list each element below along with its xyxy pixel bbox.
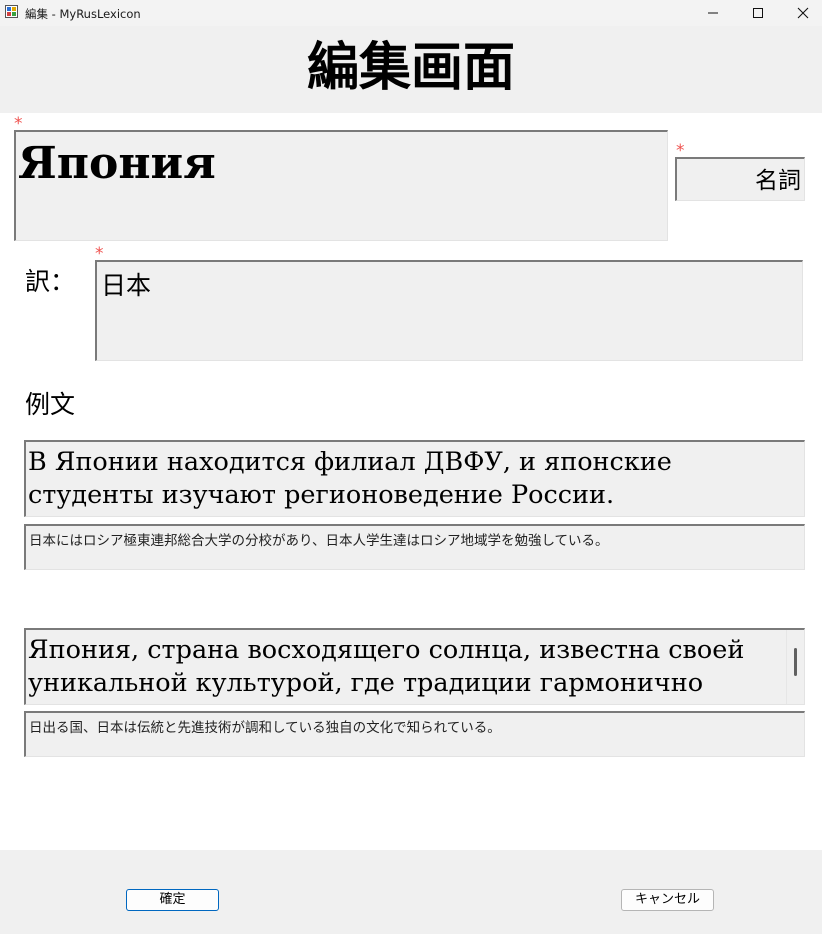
example-1-japanese-input[interactable]: 日本にはロシア極東連邦総合大学の分校があり、日本人学生達はロシア地域学を勉強して… [24,524,805,570]
close-button[interactable] [780,0,822,26]
window-titlebar: 編集 - MyRusLexicon [0,0,822,26]
maximize-icon [753,8,763,18]
app-icon [5,5,18,18]
scrollbar-thumb[interactable] [794,648,797,676]
cancel-button[interactable]: キャンセル [621,889,714,911]
minimize-button[interactable] [690,0,736,26]
part-of-speech-input[interactable]: 名詞 [675,157,805,201]
close-icon [797,7,809,19]
translation-input[interactable]: 日本 [95,260,803,361]
translation-label: 訳： [25,267,76,296]
example-2-russian-text: Япония, страна восходящего солнца, извес… [28,635,745,704]
example-1-russian-input[interactable]: В Японии находится филиал ДВФУ, и японск… [24,440,805,517]
maximize-button[interactable] [735,0,781,26]
example-2-japanese-input[interactable]: 日出る国、日本は伝統と先進技術が調和している独自の文化で知られている。 [24,711,805,757]
page-title: 編集画面 [306,37,515,98]
minimize-icon [708,12,718,14]
word-input[interactable]: Япония [14,130,668,241]
example-2-russian-input[interactable]: Япония, страна восходящего солнца, извес… [24,628,805,705]
ok-button[interactable]: 確定 [126,889,219,911]
example-2-scrollbar[interactable] [786,630,804,704]
window-title: 編集 - MyRusLexicon [25,7,141,21]
examples-label: 例文 [25,390,76,419]
